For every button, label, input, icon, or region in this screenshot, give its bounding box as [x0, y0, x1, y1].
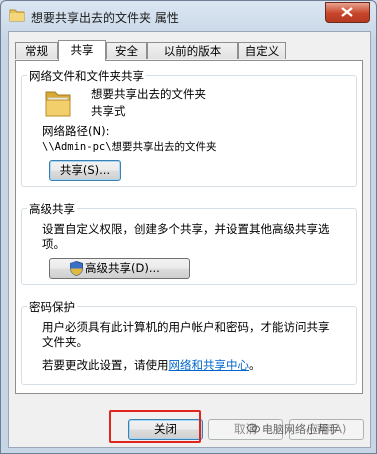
- window-title: 想要共享出去的文件夹 属性: [31, 11, 179, 25]
- tab-general[interactable]: 常规: [15, 42, 58, 59]
- network-sharing-center-link[interactable]: 网络和共享中心: [169, 358, 250, 372]
- network-sharing-title: 网络文件和文件夹共享: [27, 68, 146, 84]
- tab-sharing[interactable]: 共享: [58, 40, 106, 61]
- dialog-body: 常规 共享 安全 以前的版本 自定义 网络文件和文件夹共享 想要共享出去的文件夹…: [8, 31, 371, 448]
- sharing-tab-panel: 网络文件和文件夹共享 想要共享出去的文件夹 共享式 网络路径(N): \\Adm…: [15, 60, 363, 394]
- close-button-highlight: [109, 410, 201, 443]
- advanced-sharing-desc-2: 项。: [42, 237, 65, 251]
- tab-previous-versions[interactable]: 以前的版本: [147, 42, 238, 59]
- properties-window: 想要共享出去的文件夹 属性 常规 共享 安全 以前的版本 自定义 网络文件和文件…: [0, 0, 377, 454]
- share-button[interactable]: 共享(S)...: [49, 160, 121, 181]
- uac-shield-icon: [70, 261, 83, 276]
- password-protection-title: 密码保护: [27, 299, 77, 315]
- password-desc-2: 文件夹。: [42, 335, 88, 349]
- password-protection-group: 密码保护 用户必须具有此计算机的用户帐户和密码，才能访问共享 文件夹。 若要更改…: [21, 299, 357, 385]
- folder-icon: [9, 9, 25, 22]
- title-bar[interactable]: 想要共享出去的文件夹 属性: [1, 1, 376, 31]
- close-x-icon: [341, 7, 353, 17]
- advanced-sharing-title: 高级共享: [27, 201, 77, 217]
- folder-icon: [45, 91, 71, 117]
- network-path-label: 网络路径(N):: [42, 124, 110, 138]
- network-path-value: \\Admin-pc\想要共享出去的文件夹: [42, 141, 217, 153]
- advanced-sharing-button-label: 高级共享(D)...: [85, 261, 160, 275]
- password-change-end: 。: [249, 358, 261, 372]
- folder-name: 想要共享出去的文件夹: [91, 87, 206, 101]
- password-change-line: 若要更改此设置，请使用网络和共享中心。: [42, 357, 261, 373]
- advanced-sharing-desc-1: 设置自定义权限，创建多个共享，并设置其他高级共享选: [42, 222, 330, 236]
- tab-customize[interactable]: 自定义: [238, 42, 286, 59]
- advanced-sharing-group: 高级共享 设置自定义权限，创建多个共享，并设置其他高级共享选 项。 高级共享(D…: [21, 201, 357, 285]
- share-status: 共享式: [91, 104, 126, 118]
- chat-icon: [247, 423, 260, 433]
- window-close-button[interactable]: [325, 2, 370, 23]
- network-sharing-group: 网络文件和文件夹共享 想要共享出去的文件夹 共享式 网络路径(N): \\Adm…: [21, 68, 357, 187]
- password-change-text: 若要更改此设置，请使用: [42, 358, 169, 372]
- password-desc-1: 用户必须具有此计算机的用户帐户和密码，才能访问共享: [42, 320, 330, 334]
- advanced-sharing-button[interactable]: 高级共享(D)...: [49, 258, 190, 279]
- watermark-text: 电脑网络小帮手: [262, 423, 339, 436]
- tab-security[interactable]: 安全: [106, 42, 147, 59]
